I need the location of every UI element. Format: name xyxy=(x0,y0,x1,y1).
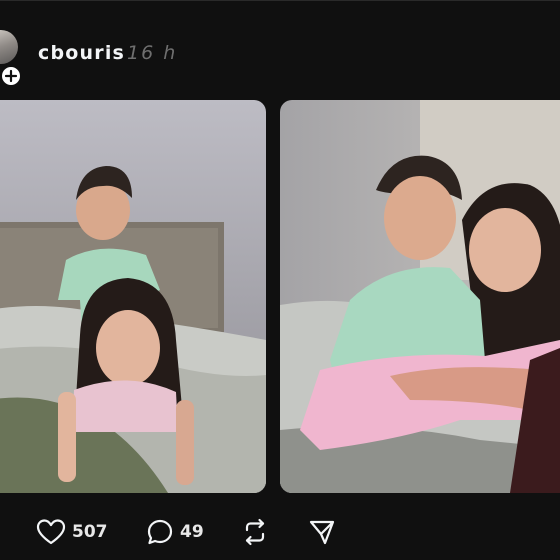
comment-button[interactable]: 49 xyxy=(146,512,204,552)
comment-icon xyxy=(147,519,173,545)
avatar-image xyxy=(0,30,18,64)
share-button[interactable] xyxy=(308,512,336,552)
top-divider xyxy=(0,0,560,1)
post-image-2[interactable] xyxy=(280,100,560,493)
like-button[interactable]: 507 xyxy=(36,512,108,552)
heart-icon xyxy=(36,519,66,545)
username[interactable]: cbouris xyxy=(38,42,125,64)
send-icon xyxy=(309,520,335,545)
plus-icon xyxy=(4,69,18,83)
post-timestamp: 16 h xyxy=(127,42,178,64)
media-carousel[interactable] xyxy=(0,100,560,493)
comment-count: 49 xyxy=(180,522,204,542)
avatar[interactable] xyxy=(0,30,22,64)
repost-icon xyxy=(245,518,265,546)
photo-illustration-1 xyxy=(0,100,266,493)
post-action-bar: 507 49 xyxy=(0,512,560,552)
post-image-1[interactable] xyxy=(0,100,266,493)
repost-button[interactable] xyxy=(240,512,270,552)
follow-button[interactable] xyxy=(0,65,22,87)
photo-illustration-2 xyxy=(280,100,560,493)
like-count: 507 xyxy=(72,522,108,542)
